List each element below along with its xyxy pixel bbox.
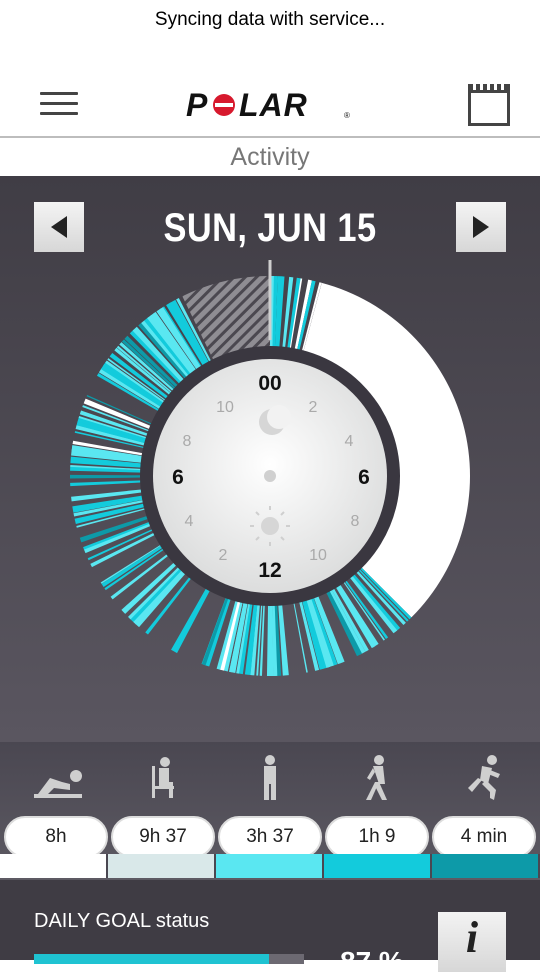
info-icon: i bbox=[465, 913, 479, 962]
standing-person-icon bbox=[264, 755, 276, 800]
activity-main-panel: SUN, JUN 15 00 12 6 6 2 4 8 10 2 4 8 10 bbox=[0, 176, 540, 742]
ring-segment bbox=[70, 480, 144, 487]
calendar-icon[interactable] bbox=[468, 84, 510, 126]
goal-progress-bar bbox=[34, 954, 304, 964]
previous-day-button[interactable] bbox=[34, 202, 84, 252]
dial-minor-label: 4 bbox=[185, 513, 194, 530]
high-activity-duration: 4 min bbox=[432, 816, 536, 858]
activity-dial: 00 12 6 6 2 4 8 10 2 4 8 10 bbox=[69, 260, 470, 676]
sync-status-text: Syncing data with service... bbox=[154, 9, 386, 30]
running-person-icon bbox=[468, 755, 500, 800]
right-arrow-icon bbox=[473, 216, 489, 238]
svg-text:P: P bbox=[186, 88, 208, 122]
info-button[interactable]: i bbox=[438, 912, 506, 972]
ring-segment bbox=[259, 602, 265, 676]
goal-percent: 87 % bbox=[340, 946, 404, 977]
legend-swatch-high bbox=[432, 854, 540, 878]
left-arrow-icon bbox=[51, 216, 67, 238]
daily-goal-panel: DAILY GOAL status 87 % i bbox=[0, 880, 540, 977]
next-day-button[interactable] bbox=[456, 202, 506, 252]
svg-text:®: ® bbox=[344, 111, 350, 120]
low-activity-duration: 3h 37 bbox=[218, 816, 322, 858]
dial-minor-label: 10 bbox=[216, 399, 234, 416]
category-low[interactable]: 3h 37 bbox=[218, 754, 322, 862]
dial-minor-label: 2 bbox=[309, 399, 318, 416]
category-resting[interactable]: 8h bbox=[4, 754, 108, 862]
category-high[interactable]: 4 min bbox=[432, 754, 536, 862]
dial-label-bottom: 12 bbox=[258, 559, 281, 582]
resting-duration: 8h bbox=[4, 816, 108, 858]
walking-person-icon bbox=[366, 755, 387, 800]
dial-label-left: 6 bbox=[172, 466, 184, 489]
dial-minor-label: 2 bbox=[219, 547, 228, 564]
polar-logo: P LAR ® bbox=[186, 88, 350, 122]
ring-segment bbox=[69, 474, 144, 479]
legend-swatch-resting bbox=[0, 854, 108, 878]
legend-swatch-low bbox=[216, 854, 324, 878]
ring-segment bbox=[128, 565, 182, 620]
legend-swatch-medium bbox=[324, 854, 432, 878]
category-sitting[interactable]: 9h 37 bbox=[111, 754, 215, 862]
activity-color-legend bbox=[0, 854, 540, 878]
ring-segment bbox=[266, 602, 270, 676]
goal-progress-fill bbox=[34, 954, 269, 964]
daily-goal-label: DAILY GOAL status bbox=[34, 910, 210, 932]
legend-swatch-sitting bbox=[108, 854, 216, 878]
dial-minor-label: 4 bbox=[345, 433, 354, 450]
ring-segment bbox=[98, 368, 164, 411]
sitting-duration: 9h 37 bbox=[111, 816, 215, 858]
dial-minor-label: 8 bbox=[351, 513, 360, 530]
svg-text:LAR: LAR bbox=[239, 88, 308, 122]
dial-label-right: 6 bbox=[358, 466, 370, 489]
current-date: SUN, JUN 15 bbox=[163, 206, 377, 250]
medium-activity-duration: 1h 9 bbox=[325, 816, 429, 858]
top-navigation: P LAR ® bbox=[0, 70, 540, 138]
hamburger-menu-icon[interactable] bbox=[40, 92, 78, 120]
dial-center-dot bbox=[264, 470, 276, 482]
ring-segment bbox=[128, 565, 184, 623]
dial-minor-label: 8 bbox=[183, 433, 192, 450]
category-medium[interactable]: 1h 9 bbox=[325, 754, 429, 862]
dial-minor-label: 10 bbox=[309, 547, 327, 564]
lying-person-icon bbox=[34, 770, 82, 798]
dial-label-top: 00 bbox=[258, 372, 281, 395]
status-bar: Syncing data with service... bbox=[0, 0, 540, 40]
page-title: Activity bbox=[0, 138, 540, 176]
sitting-person-icon bbox=[152, 757, 174, 798]
